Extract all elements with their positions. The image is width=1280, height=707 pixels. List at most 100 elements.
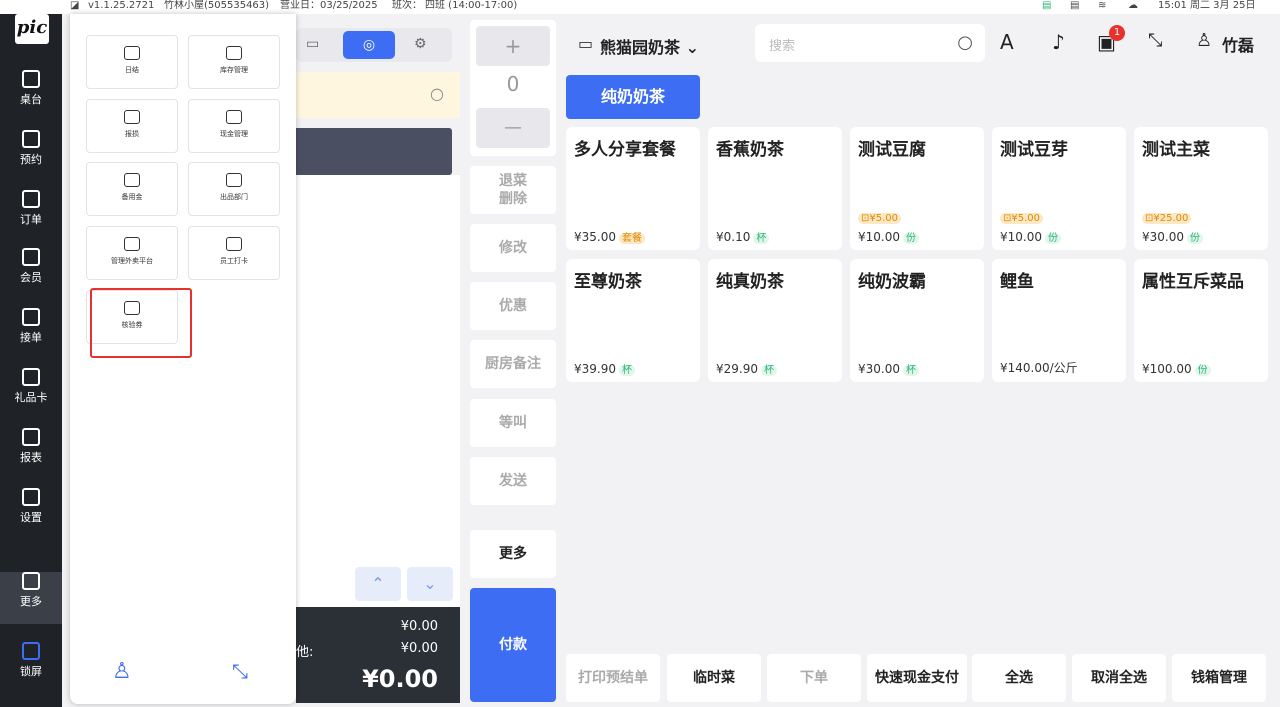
collapse-icon[interactable]: ⤡ (232, 659, 248, 683)
store-name: 熊猫园奶茶 (600, 38, 681, 57)
product-name: 至尊奶茶 (574, 272, 642, 292)
unit-tag: 杯 (619, 365, 635, 376)
reserve-fund-icon (124, 173, 140, 187)
clock-label: 15:01 周二 3月 25日 (1158, 0, 1256, 11)
tile-label: 现金管理 (220, 130, 248, 138)
bottom-button-3[interactable]: 快速现金支付 (867, 654, 967, 702)
sidebar-item-1[interactable]: 预约 (0, 130, 62, 178)
product-card[interactable]: 多人分享套餐 ¥35.00 套餐 (566, 127, 700, 250)
more-actions-button[interactable]: 更多 (470, 530, 556, 578)
translate-icon[interactable]: A (1000, 30, 1014, 54)
collapse-icon[interactable]: ⤡ (1148, 30, 1162, 51)
other-value: ¥0.00 (400, 641, 438, 656)
action-button-4[interactable]: 等叫 (470, 399, 556, 447)
product-name: 纯真奶茶 (716, 272, 784, 292)
tile-delivery-platform[interactable]: 管理外卖平台 (86, 226, 178, 280)
product-price-row: ¥0.10 杯 (716, 229, 770, 244)
tile-inventory[interactable]: 库存管理 (188, 35, 280, 89)
unit-tag: 份 (903, 233, 919, 244)
bottom-button-2[interactable]: 下单 (767, 654, 861, 702)
daily-close-icon (124, 46, 140, 60)
category-tab[interactable]: 纯奶奶茶 (566, 75, 700, 119)
user-icon[interactable]: ♙ (1196, 30, 1212, 51)
bottom-button-5[interactable]: 取消全选 (1072, 654, 1166, 702)
bottom-button-6[interactable]: 钱箱管理 (1172, 654, 1266, 702)
product-card[interactable]: 属性互斥菜品 ¥100.00 份 (1134, 259, 1268, 382)
takeaway-bag-icon[interactable]: ▭ (306, 36, 319, 52)
sidebar-item-7[interactable]: 设置 (0, 488, 62, 536)
book-icon: ▭ (578, 34, 594, 53)
action-button-2[interactable]: 优惠 (470, 282, 556, 330)
sidebar-item-0[interactable]: 桌台 (0, 70, 62, 118)
store-selector[interactable]: 熊猫园奶茶 ⌄ (600, 34, 699, 58)
delivery-tab-icon[interactable]: ⚙ (414, 36, 427, 52)
sidebar-item-label: 接单 (20, 331, 42, 344)
product-card[interactable]: 测试豆芽 ⊡¥5.00 ¥10.00 份 (992, 127, 1126, 250)
minus-button[interactable]: — (476, 108, 550, 148)
bottom-button-0[interactable]: 打印预结单 (566, 654, 660, 702)
clock-in-icon (226, 237, 242, 251)
bottom-button-4[interactable]: 全选 (972, 654, 1066, 702)
quantity-stepper: + 0 — (470, 20, 556, 156)
version-label: v1.1.25.2721 (88, 0, 155, 11)
product-card[interactable]: 纯真奶茶 ¥29.90 杯 (708, 259, 842, 382)
lock-icon (22, 642, 40, 660)
tile-cash-management[interactable]: 现金管理 (188, 99, 280, 153)
tile-production-dept[interactable]: 出品部门 (188, 162, 280, 216)
product-name: 测试主菜 (1142, 140, 1210, 160)
dine-in-tab-icon[interactable]: ◎ (343, 31, 395, 59)
tile-label: 出品部门 (220, 193, 248, 201)
production-dept-icon (226, 173, 242, 187)
user-icon[interactable]: ♙ (112, 659, 132, 684)
subtotal-value: ¥0.00 (400, 619, 438, 634)
unit-tag: 份 (1194, 365, 1211, 376)
scroll-up-button[interactable]: ⌃ (355, 567, 401, 601)
product-card[interactable]: 纯奶波霸 ¥30.00 杯 (850, 259, 984, 382)
scroll-down-button[interactable]: ⌄ (407, 567, 453, 601)
product-card[interactable]: 香蕉奶茶 ¥0.10 杯 (708, 127, 842, 250)
sidebar-item-4[interactable]: 接单 (0, 308, 62, 356)
bell-icon[interactable]: ♪ (1052, 30, 1065, 54)
tile-report-loss[interactable]: 报损 (86, 99, 178, 153)
gift-card-icon (22, 368, 40, 386)
product-price: ¥10.00 (858, 230, 900, 244)
tile-reserve-fund[interactable]: 备用金 (86, 162, 178, 216)
action-button-0[interactable]: 退菜 删除 (470, 166, 556, 214)
battery-icon: ▤ (1042, 0, 1052, 11)
product-card[interactable]: 测试豆腐 ⊡¥5.00 ¥10.00 份 (850, 127, 984, 250)
sidebar-item-5[interactable]: 礼品卡 (0, 368, 62, 416)
sidebar-item-3[interactable]: 会员 (0, 248, 62, 296)
sidebar-item-8[interactable]: 更多 (0, 572, 62, 624)
discount-badge: ⊡¥25.00 (1142, 213, 1192, 224)
unit-tag: 杯 (903, 365, 919, 376)
bottom-button-1[interactable]: 临时菜 (667, 654, 761, 702)
product-card[interactable]: 鲤鱼 ¥140.00/公斤 (992, 259, 1126, 382)
search-icon[interactable]: ○ (430, 84, 444, 103)
search-icon[interactable]: ○ (957, 32, 973, 53)
plus-button[interactable]: + (476, 26, 550, 66)
quantity-value: 0 (506, 72, 520, 96)
total-value: ¥0.00 (362, 665, 438, 693)
sidebar-item-label: 会员 (20, 271, 42, 284)
product-card[interactable]: 至尊奶茶 ¥39.90 杯 (566, 259, 700, 382)
delivery-platform-icon (124, 237, 140, 251)
shift-label: 班次： (392, 0, 422, 11)
product-price: ¥29.90 (716, 362, 758, 376)
sidebar-item-6[interactable]: 报表 (0, 428, 62, 476)
tile-daily-close[interactable]: 日结 (86, 35, 178, 89)
sidebar-item-label: 订单 (20, 213, 42, 226)
action-button-1[interactable]: 修改 (470, 224, 556, 272)
action-button-3[interactable]: 厨房备注 (470, 340, 556, 388)
unit-tag: 套餐 (619, 233, 645, 244)
sidebar-item-2[interactable]: 订单 (0, 190, 62, 238)
product-search-input[interactable]: 搜索 ○ (755, 24, 985, 62)
product-card[interactable]: 测试主菜 ⊡¥25.00 ¥30.00 份 (1134, 127, 1268, 250)
pay-button[interactable]: 付款 (470, 588, 556, 702)
table-icon (22, 70, 40, 88)
tile-clock-in[interactable]: 员工打卡 (188, 226, 280, 280)
sidebar-item-label: 礼品卡 (14, 391, 48, 404)
accept-order-icon (22, 308, 40, 326)
sidebar-item-9[interactable]: 锁屏 (0, 642, 62, 690)
action-button-5[interactable]: 发送 (470, 457, 556, 505)
search-order-bar[interactable]: ○ (296, 72, 460, 118)
